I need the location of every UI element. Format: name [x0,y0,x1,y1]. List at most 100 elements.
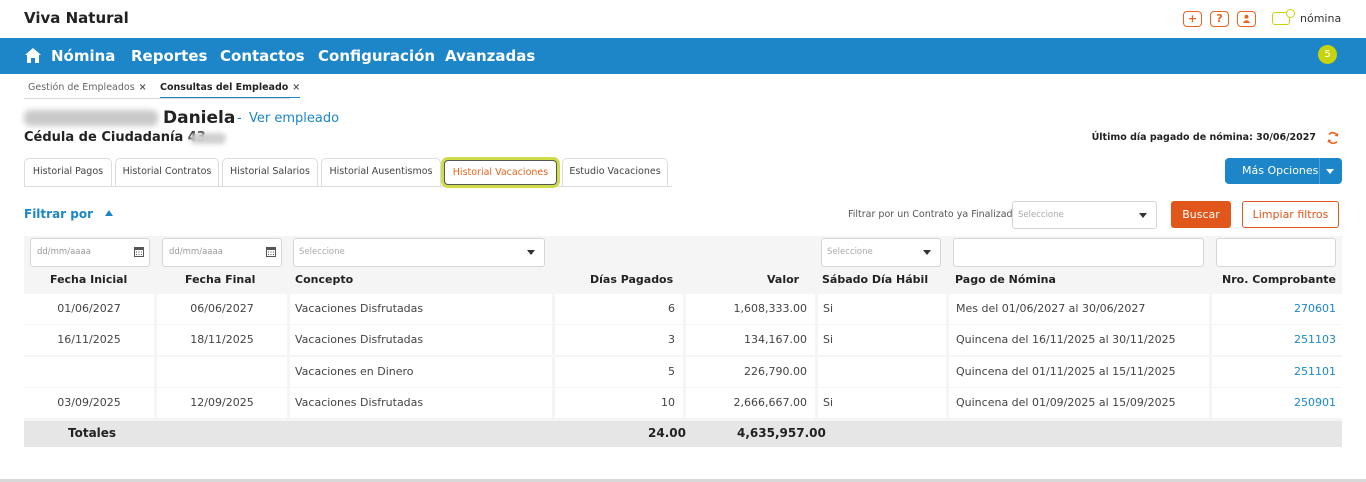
home-icon[interactable] [24,47,42,64]
cell-valor: 134,167.00 [686,325,815,355]
cell-valor: 2,666,667.00 [686,388,815,418]
voucher-link[interactable]: 270601 [1212,294,1342,324]
nav-avanzadas[interactable]: Avanzadas [445,47,535,65]
user-icon[interactable] [1237,11,1256,27]
end-date-filter[interactable]: dd/mm/aaaa [162,238,282,267]
close-icon[interactable]: × [139,82,147,93]
start-date-filter[interactable]: dd/mm/aaaa [30,238,150,267]
cell-concepto: Vacaciones Disfrutadas [290,388,552,418]
cell-dias-pagados: 10 [555,388,683,418]
breadcrumb-label: Consultas del Empleado [160,82,289,93]
cell-dias-pagados: 5 [555,357,683,387]
voucher-link[interactable]: 251103 [1212,325,1342,355]
search-button[interactable]: Buscar [1171,201,1231,228]
tab-historial-pagos[interactable]: Historial Pagos [24,158,112,186]
cell-sabado: Si [818,325,946,355]
voucher-link[interactable]: 250901 [1212,388,1342,418]
close-icon[interactable]: × [292,82,300,93]
cell-concepto: Vacaciones Disfrutadas [290,294,552,324]
product-brand: nómina [1300,12,1342,25]
cell-dias-pagados: 6 [555,294,683,324]
start-date-placeholder: dd/mm/aaaa [37,247,91,257]
top-bar: Viva Natural + ? nómina [0,0,1366,38]
cell-fecha-inicial: 03/09/2025 [24,388,154,418]
contract-select-value: Seleccione [1018,210,1064,220]
cell-fecha-inicial: 16/11/2025 [24,325,154,355]
cell-concepto: Vacaciones Disfrutadas [290,325,552,355]
name-separator: - [237,111,242,126]
table-row[interactable]: 01/06/2027 06/06/2027 Vacaciones Disfrut… [24,294,1342,325]
nav-reportes[interactable]: Reportes [131,47,207,65]
table-row[interactable]: Vacaciones en Dinero 5 226,790.00 Quince… [24,357,1342,388]
cell-valor: 1,608,333.00 [686,294,815,324]
chat-status-icon [1286,9,1295,18]
more-options-label: Más Opciones [1242,164,1319,177]
col-nro-comprobante[interactable]: Nro. Comprobante [1222,273,1336,286]
chevron-down-icon[interactable] [1326,169,1334,174]
view-employee-link[interactable]: Ver empleado [249,111,339,126]
saturday-filter[interactable]: Seleccione [821,238,941,267]
add-icon[interactable]: + [1183,11,1202,27]
cell-fecha-final: 06/06/2027 [157,294,287,324]
breadcrumb-divider [24,98,290,99]
calendar-icon[interactable] [266,246,276,257]
voucher-link[interactable]: 251101 [1212,357,1342,387]
nav-nomina[interactable]: Nómina [51,47,115,65]
redacted-id [190,133,226,144]
main-nav: Nómina Reportes Contactos Configuración … [0,38,1366,74]
totals-label: Totales [68,426,117,440]
table-row[interactable]: 16/11/2025 18/11/2025 Vacaciones Disfrut… [24,325,1342,356]
tab-historial-vacaciones[interactable]: Historial Vacaciones [444,160,557,185]
nav-configuracion[interactable]: Configuración [318,47,435,65]
col-sabado-dia-habil[interactable]: Sábado Día Hábil [822,273,928,286]
clear-filters-button[interactable]: Limpiar filtros [1242,201,1339,228]
help-icon[interactable]: ? [1210,11,1229,27]
cell-fecha-inicial [24,357,154,387]
totals-value: 4,635,957.00 [737,426,826,440]
app-title: Viva Natural [24,9,129,27]
cell-sabado [818,357,946,387]
tab-historial-ausentismos[interactable]: Historial Ausentismos [321,158,441,186]
refresh-icon[interactable] [1326,131,1340,145]
breadcrumb-label: Gestión de Empleados [28,82,135,93]
col-dias-pagados[interactable]: Días Pagados [590,273,673,286]
contract-filter-label: Filtrar por un Contrato ya Finalizado [848,209,1019,220]
cell-pago-nomina: Quincena del 01/09/2025 al 15/09/2025 [949,388,1209,418]
employee-name: Daniela [163,108,236,128]
col-fecha-final[interactable]: Fecha Final [185,273,255,286]
col-concepto[interactable]: Concepto [295,273,353,286]
payroll-filter-input[interactable] [953,238,1204,267]
cell-sabado: Si [818,294,946,324]
last-paid-date: Último día pagado de nómina: 30/06/2027 [1091,132,1316,143]
saturday-filter-value: Seleccione [827,247,873,257]
breadcrumb-consultas-empleado[interactable]: Consultas del Empleado × [160,82,301,98]
tab-historial-salarios[interactable]: Historial Salarios [222,158,318,186]
more-options-button[interactable]: Más Opciones [1225,158,1342,184]
cell-dias-pagados: 3 [555,325,683,355]
nav-contactos[interactable]: Contactos [220,47,305,65]
cell-concepto: Vacaciones en Dinero [290,357,552,387]
chevron-up-icon[interactable] [105,210,113,216]
concept-filter-value: Seleccione [299,247,345,257]
cell-pago-nomina: Quincena del 16/11/2025 al 30/11/2025 [949,325,1209,355]
col-pago-nomina[interactable]: Pago de Nómina [955,273,1056,286]
voucher-filter-input[interactable] [1216,238,1336,267]
col-valor[interactable]: Valor [767,273,799,286]
dropdown-icon [923,250,931,255]
cell-fecha-final [157,357,287,387]
contract-select[interactable]: Seleccione [1012,201,1157,229]
filter-toggle[interactable]: Filtrar por [24,207,93,221]
table-row[interactable]: 03/09/2025 12/09/2025 Vacaciones Disfrut… [24,388,1342,419]
tabs-divider [24,186,672,187]
dropdown-icon [527,250,535,255]
concept-filter[interactable]: Seleccione [293,238,545,267]
cell-valor: 226,790.00 [686,357,815,387]
notification-badge[interactable]: 5 [1318,45,1337,64]
dropdown-icon [1139,213,1147,218]
tab-historial-contratos[interactable]: Historial Contratos [115,158,219,186]
breadcrumb-gestion-empleados[interactable]: Gestión de Empleados × [28,82,147,97]
cell-pago-nomina: Mes del 01/06/2027 al 30/06/2027 [949,294,1209,324]
col-fecha-inicial[interactable]: Fecha Inicial [50,273,127,286]
tab-estudio-vacaciones[interactable]: Estudio Vacaciones [562,158,668,186]
calendar-icon[interactable] [134,246,144,257]
